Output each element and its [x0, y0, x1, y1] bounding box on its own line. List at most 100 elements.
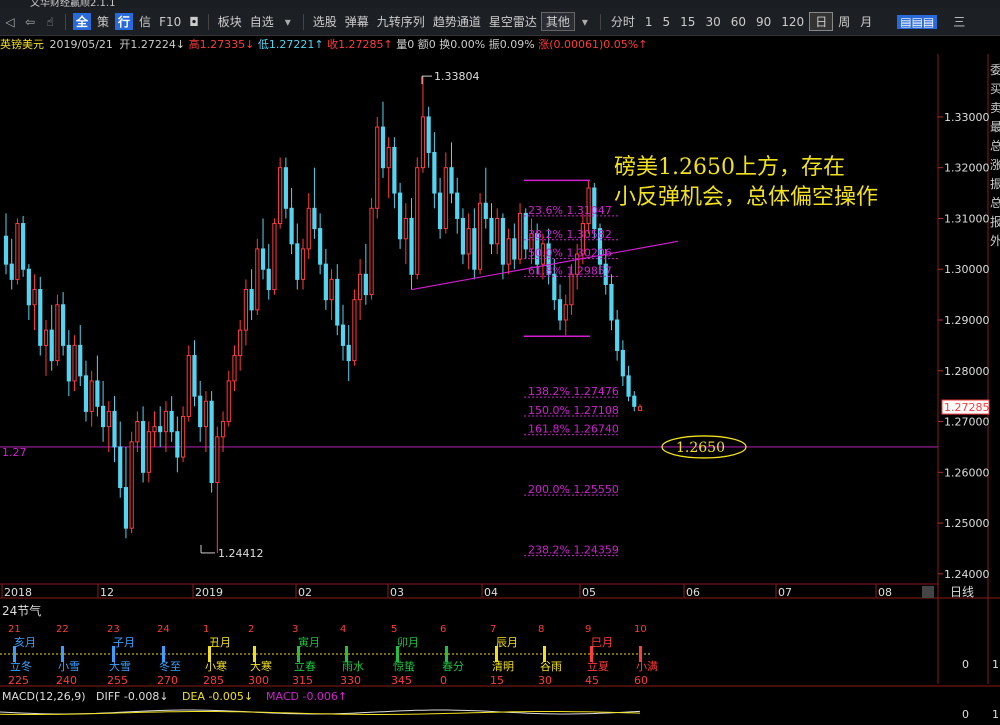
- candle-body: [466, 228, 471, 255]
- candle-body: [512, 238, 517, 260]
- toolbar-item-9[interactable]: 弹幕: [341, 13, 373, 30]
- toolbar-item-10[interactable]: 九转序列: [373, 13, 429, 30]
- jieqi-degree: 300: [248, 674, 269, 687]
- jieqi-term: 春分: [442, 660, 464, 673]
- toolbar-item-1[interactable]: 策: [93, 13, 113, 30]
- scroll-button[interactable]: [922, 586, 934, 598]
- candle[interactable]: [369, 198, 374, 300]
- candle-body: [209, 400, 214, 483]
- prev-icon[interactable]: ⇦: [20, 15, 40, 29]
- toolbar-item-22[interactable]: 日: [809, 12, 834, 31]
- toolbar-item-24[interactable]: 月: [855, 13, 877, 30]
- candlestick-chart[interactable]: 1.240001.250001.260001.270001.280001.290…: [0, 54, 1000, 725]
- toolbar-item-6[interactable]: 板块: [214, 13, 246, 30]
- candle-body: [517, 212, 523, 260]
- toolbar-item-21[interactable]: 120: [776, 15, 809, 29]
- low-label: 低: [257, 38, 269, 51]
- candle-body: [198, 395, 203, 428]
- candle-body: [169, 410, 174, 433]
- toolbar-item-17[interactable]: 15: [675, 15, 700, 29]
- candle-body: [9, 263, 14, 280]
- toolbar-item-7[interactable]: 自选: [246, 13, 278, 30]
- toolbar-item-5[interactable]: ◘: [185, 15, 203, 29]
- jieqi-index: 6: [440, 624, 446, 635]
- candle[interactable]: [398, 182, 403, 249]
- grid-layout-button[interactable]: ▤▤▤: [897, 14, 938, 29]
- quote-date: 2019/05/21: [49, 38, 113, 51]
- candle[interactable]: [129, 431, 134, 534]
- candle[interactable]: [55, 294, 60, 366]
- jieqi-degree: 60: [634, 674, 648, 687]
- candle[interactable]: [15, 218, 20, 285]
- toolbar-item-4[interactable]: F10: [155, 15, 185, 29]
- toolbar-item-3[interactable]: 信: [135, 13, 155, 30]
- candle-body: [386, 146, 391, 169]
- fib-level-label: 38.2% 1.30582: [528, 228, 612, 241]
- right-panel-char: 总: [990, 196, 1000, 210]
- toolbar-item-18[interactable]: 30: [700, 15, 725, 29]
- jieqi-degree: 240: [56, 674, 77, 687]
- symbol-name[interactable]: 英镑美元: [0, 38, 44, 51]
- menu-icon[interactable]: 三: [949, 13, 969, 30]
- candle-body: [626, 375, 631, 397]
- candle-body: [220, 421, 226, 438]
- candle[interactable]: [186, 345, 191, 422]
- toolbar-item-0[interactable]: 全: [73, 13, 92, 30]
- toolbar-item-20[interactable]: 90: [751, 15, 776, 29]
- candle-body: [283, 167, 288, 209]
- toolbar-item-16[interactable]: 5: [658, 15, 676, 29]
- candle[interactable]: [278, 157, 283, 229]
- candle-body: [455, 192, 460, 219]
- x-tick-label: 2018: [4, 586, 32, 599]
- candle[interactable]: [375, 116, 380, 219]
- candle-body: [295, 243, 300, 280]
- candle[interactable]: [21, 215, 26, 277]
- jieqi-degree: 285: [203, 674, 224, 687]
- candle-body: [100, 405, 106, 428]
- candle[interactable]: [415, 157, 420, 280]
- toolbar-item-8[interactable]: 选股: [309, 13, 341, 30]
- y-tick-label: 1.28000: [944, 365, 990, 378]
- candle-body: [523, 212, 528, 250]
- candle-body: [123, 487, 129, 529]
- toolbar-item-14[interactable]: 分时: [606, 13, 640, 30]
- toolbar-item-2[interactable]: 行: [115, 13, 134, 30]
- jieqi-term: 冬至: [159, 659, 181, 673]
- candle-body: [437, 192, 443, 230]
- right-panel-char: 委: [990, 63, 1000, 77]
- current-price-label: 1.27285: [944, 401, 990, 414]
- jieqi-index: 22: [56, 624, 69, 635]
- jieqi-term: 小寒: [205, 659, 227, 673]
- candle-body: [563, 304, 568, 321]
- candle-body: [409, 217, 414, 275]
- chevron-down-icon[interactable]: ▾: [575, 15, 595, 29]
- fib-level-label: 238.2% 1.24359: [528, 544, 619, 557]
- jieqi-term: 立春: [294, 659, 316, 673]
- y-tick-label: 1.30000: [944, 263, 990, 276]
- x-tick-label: 08: [878, 586, 892, 599]
- back-icon[interactable]: ◁: [0, 15, 20, 29]
- candle-body: [329, 278, 334, 301]
- candle[interactable]: [352, 289, 357, 366]
- toolbar-item-12[interactable]: 星空雷达: [485, 13, 541, 30]
- turnover-label: 换: [439, 38, 451, 51]
- candle-body: [278, 167, 283, 225]
- candle[interactable]: [477, 193, 483, 275]
- candle-body: [335, 278, 340, 326]
- candle[interactable]: [209, 391, 214, 493]
- chevron-down-icon[interactable]: ▾: [278, 15, 298, 29]
- toolbar-item-11[interactable]: 趋势通道: [429, 13, 485, 30]
- jieqi-title: 24节气: [2, 603, 41, 618]
- toolbar-item-23[interactable]: 周: [833, 13, 855, 30]
- candle-body: [569, 273, 574, 306]
- vol-value: 0: [407, 38, 415, 51]
- pointer-icon[interactable]: ☝: [40, 15, 60, 29]
- high-value: 1.27335↓: [199, 38, 255, 51]
- jieqi-branch: 卯月: [397, 636, 419, 649]
- candle[interactable]: [255, 238, 260, 315]
- toolbar-item-19[interactable]: 60: [726, 15, 751, 29]
- toolbar-item-13[interactable]: 其他: [540, 12, 575, 31]
- x-tick-label: 03: [390, 586, 404, 599]
- candle[interactable]: [272, 218, 277, 295]
- toolbar-item-15[interactable]: 1: [640, 15, 658, 29]
